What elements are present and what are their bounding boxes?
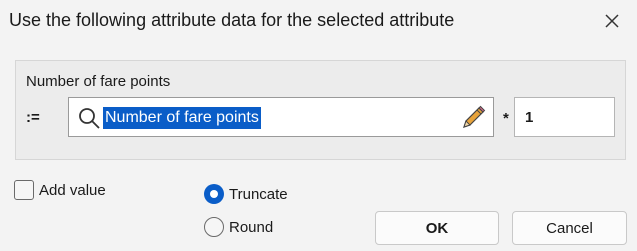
multiply-operator: *	[503, 110, 509, 127]
expression-text[interactable]: Number of fare points	[103, 107, 261, 129]
assign-operator: :=	[26, 109, 40, 126]
attribute-data-dialog: Use the following attribute data for the…	[0, 0, 637, 251]
search-icon	[79, 108, 100, 129]
add-value-checkbox[interactable]: Add value	[14, 180, 106, 200]
truncate-radio[interactable]: Truncate	[204, 183, 288, 205]
truncate-label: Truncate	[229, 185, 288, 203]
add-value-label: Add value	[39, 181, 106, 199]
attribute-group: Number of fare points := Number of fare …	[15, 60, 626, 160]
round-radio[interactable]: Round	[204, 216, 273, 238]
cancel-button[interactable]: Cancel	[512, 211, 627, 245]
factor-input[interactable]	[514, 97, 615, 137]
close-button[interactable]	[595, 4, 629, 38]
round-label: Round	[229, 218, 274, 236]
close-icon	[605, 14, 619, 28]
pencil-icon[interactable]	[459, 104, 487, 132]
dialog-title: Use the following attribute data for the…	[9, 10, 455, 30]
group-label: Number of fare points	[26, 73, 171, 90]
round-radio-button[interactable]	[204, 217, 224, 237]
add-value-checkbox-box[interactable]	[14, 180, 34, 200]
title-bar: Use the following attribute data for the…	[0, 0, 637, 44]
ok-button[interactable]: OK	[375, 211, 499, 245]
truncate-radio-button[interactable]	[204, 184, 224, 204]
expression-field[interactable]: Number of fare points	[68, 97, 494, 137]
